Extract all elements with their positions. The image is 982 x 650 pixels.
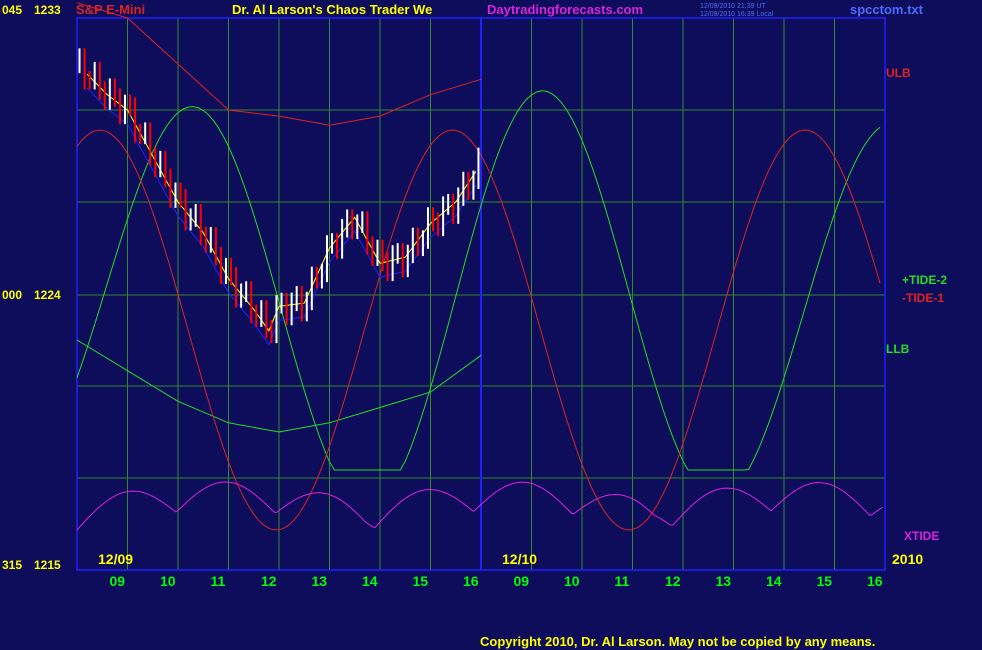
stamp-local: 12/09/2010 16:39 Local <box>700 11 774 18</box>
left-scale-bottom: 315 <box>2 558 22 572</box>
price-bottom: 1215 <box>34 558 61 572</box>
stamp-ut: 12/09/2010 21:39 UT <box>700 3 766 10</box>
xtide-curve <box>76 481 883 531</box>
hour-label: 10 <box>564 573 580 589</box>
copyright: Copyright 2010, Dr. Al Larson. May not b… <box>480 634 875 649</box>
hour-label: 14 <box>766 573 782 589</box>
hour-label: 15 <box>817 573 833 589</box>
tide1-label: -TIDE-1 <box>902 291 944 305</box>
llb-label: LLB <box>886 342 910 356</box>
tide1-curve <box>76 129 881 531</box>
file-label: spcctom.txt <box>850 2 924 17</box>
hour-labels: 09 10 11 12 13 14 15 16 09 10 11 12 13 14 15 16 <box>110 573 883 589</box>
hour-label: 12 <box>261 573 277 589</box>
xtide-label: XTIDE <box>904 529 939 543</box>
chart-canvas: 045 1233 S&P E-Mini Dr. Al Larson's Chao… <box>2 2 947 649</box>
price-mid: 1224 <box>34 288 61 302</box>
hour-label: 14 <box>362 573 378 589</box>
left-scale-top: 045 <box>2 3 22 17</box>
hour-label: 13 <box>312 573 328 589</box>
chart-curves <box>76 2 883 531</box>
chart-grid <box>76 17 886 571</box>
tide2-label: +TIDE-2 <box>902 273 947 287</box>
price-top: 1233 <box>34 3 61 17</box>
hour-label: 09 <box>110 573 126 589</box>
hour-label: 13 <box>716 573 732 589</box>
chart-title: Dr. Al Larson's Chaos Trader We <box>232 2 432 17</box>
hour-label: 09 <box>514 573 530 589</box>
date-left: 12/09 <box>98 551 133 567</box>
site-label: Daytradingforecasts.com <box>487 2 643 17</box>
year-label: 2010 <box>892 551 923 567</box>
hour-label: 12 <box>665 573 681 589</box>
date-mid: 12/10 <box>502 551 537 567</box>
symbol-label: S&P E-Mini <box>76 2 145 17</box>
ulb-label: ULB <box>886 66 911 80</box>
hour-label: 11 <box>615 573 630 589</box>
hour-label: 11 <box>211 573 226 589</box>
hour-label: 10 <box>160 573 176 589</box>
hour-label: 16 <box>867 573 883 589</box>
left-scale-mid: 000 <box>2 288 22 302</box>
hour-label: 16 <box>463 573 479 589</box>
hour-label: 15 <box>413 573 429 589</box>
